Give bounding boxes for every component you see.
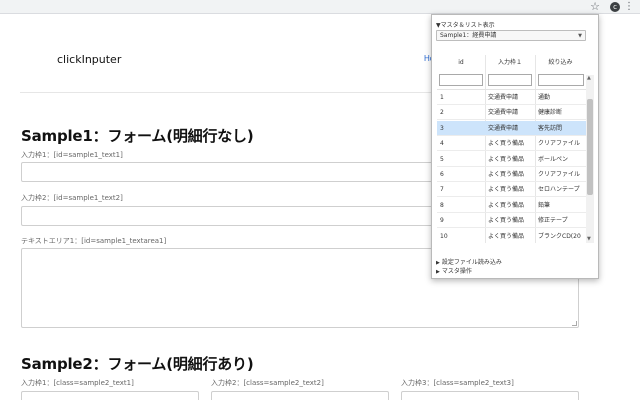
table-row[interactable]: 4 よく買う備品 クリアファイル — [437, 136, 586, 152]
row-filter: クリアファイル — [538, 140, 581, 148]
row-filter: 健康診断 — [538, 109, 563, 117]
textarea-resize-handle[interactable] — [572, 321, 577, 326]
row-input1: よく買う備品 — [488, 171, 525, 178]
row-input1: 交通費申請 — [488, 109, 519, 117]
row-id: 5 — [440, 155, 444, 163]
row-input1: よく買う備品 — [488, 232, 525, 240]
row-id: 8 — [440, 201, 444, 209]
sample1-label-textarea1: テキストエリア1：[id=sample1_textarea1] — [21, 237, 167, 245]
row-filter: ボールペン — [538, 155, 569, 163]
filter-filter-input[interactable] — [538, 74, 584, 86]
master-list: 1 交通費申請 通勤 2 交通費申請 健康診断 3 交通費申請 客先訪問 4 よく買う備品 クリアファ… — [437, 89, 586, 243]
list-scrollbar[interactable]: ▲ ▼ — [586, 75, 594, 243]
sample2-title: Sample2：フォーム(明細行あり) — [21, 355, 254, 373]
scroll-down-icon[interactable]: ▼ — [587, 236, 591, 243]
row-input1: よく買う備品 — [488, 140, 525, 148]
row-input1: 交通費申請 — [488, 94, 519, 101]
extension-popup: ▼マスタ＆リスト表示 Sample1：経費申請 ▼ id 入力枠１ 絞り込み 1… — [431, 14, 599, 279]
table-row[interactable]: 7 よく買う備品 セロハンテープ — [437, 182, 586, 198]
sample2-label-text3: 入力枠3：[class=sample2_text3] — [401, 379, 514, 387]
filter-input1-input[interactable] — [488, 74, 532, 86]
column-header-filter[interactable]: 絞り込み — [535, 55, 586, 71]
table-row[interactable]: 6 よく買う備品 クリアファイル — [437, 167, 586, 182]
row-input1: よく買う備品 — [488, 201, 525, 209]
master-list-toggle[interactable]: ▼マスタ＆リスト表示 — [436, 20, 495, 29]
row-filter: ブランクCD(20 — [538, 232, 581, 240]
table-row[interactable]: 5 よく買う備品 ボールペン — [437, 152, 586, 167]
row-filter: 修正テープ — [538, 217, 568, 225]
sample2-text2-input[interactable] — [211, 391, 389, 400]
table-row[interactable]: 3 交通費申請 客先訪問 — [437, 120, 586, 136]
sample2-text3-input[interactable] — [401, 391, 579, 400]
table-row[interactable]: 2 交通費申請 健康診断 — [437, 105, 586, 121]
bookmark-star-icon[interactable]: ☆ — [590, 1, 600, 13]
row-filter: 通勤 — [538, 94, 551, 101]
row-input1: 交通費申請 — [488, 124, 519, 132]
sample1-label-text1: 入力枠1：[id=sample1_text1] — [21, 151, 123, 159]
browser-toolbar: ☆ c ⋮ — [0, 0, 640, 14]
sample1-label-text2: 入力枠2：[id=sample1_text2] — [21, 194, 123, 202]
scroll-up-icon[interactable]: ▲ — [587, 75, 591, 82]
row-input1: よく買う備品 — [488, 217, 525, 225]
sample1-title: Sample1：フォーム(明細行なし) — [21, 127, 254, 145]
row-id: 7 — [440, 186, 444, 194]
row-filter: クリアファイル — [538, 171, 581, 178]
row-id: 1 — [440, 94, 444, 101]
row-id: 6 — [440, 171, 444, 178]
site-logo[interactable]: clickInputer — [57, 53, 121, 66]
row-id: 4 — [440, 140, 444, 148]
row-id: 3 — [440, 124, 444, 132]
column-header-id[interactable]: id — [437, 55, 485, 71]
expand-triangle-icon: ▶ — [436, 269, 440, 275]
row-id: 10 — [440, 232, 448, 240]
sample2-label-text2: 入力枠2：[class=sample2_text2] — [211, 379, 324, 387]
column-header-input1[interactable]: 入力枠１ — [485, 55, 535, 71]
row-input1: よく買う備品 — [488, 155, 525, 163]
browser-menu-icon[interactable]: ⋮ — [624, 1, 634, 13]
extension-icon[interactable]: c — [610, 2, 620, 12]
table-row[interactable]: 10 よく買う備品 ブランクCD(20 — [437, 229, 586, 243]
table-row[interactable]: 9 よく買う備品 修正テープ — [437, 213, 586, 229]
settings-file-toggle[interactable]: ▶ 設定ファイル読み込み — [436, 257, 502, 266]
master-ops-toggle-label: マスタ操作 — [441, 268, 472, 275]
row-filter: 鉛筆 — [538, 201, 551, 209]
settings-file-toggle-label: 設定ファイル読み込み — [441, 259, 502, 266]
row-id: 2 — [440, 109, 444, 117]
row-input1: よく買う備品 — [488, 186, 525, 194]
table-row[interactable]: 1 交通費申請 通勤 — [437, 90, 586, 105]
row-id: 9 — [440, 217, 444, 225]
filter-id-input[interactable] — [439, 74, 483, 86]
sample2-text1-input[interactable] — [21, 391, 199, 400]
sample2-label-text1: 入力枠1：[class=sample2_text1] — [21, 379, 134, 387]
row-filter: 客先訪問 — [538, 124, 563, 132]
chevron-down-icon: ▼ — [578, 33, 582, 39]
master-ops-toggle[interactable]: ▶ マスタ操作 — [436, 266, 472, 275]
row-filter: セロハンテープ — [538, 186, 580, 194]
table-row[interactable]: 8 よく買う備品 鉛筆 — [437, 198, 586, 213]
master-select[interactable]: Sample1：経費申請 ▼ — [436, 30, 586, 41]
scrollbar-thumb[interactable] — [587, 99, 593, 195]
grid-header: id 入力枠１ 絞り込み — [437, 55, 586, 71]
master-select-value: Sample1：経費申請 — [440, 32, 497, 39]
